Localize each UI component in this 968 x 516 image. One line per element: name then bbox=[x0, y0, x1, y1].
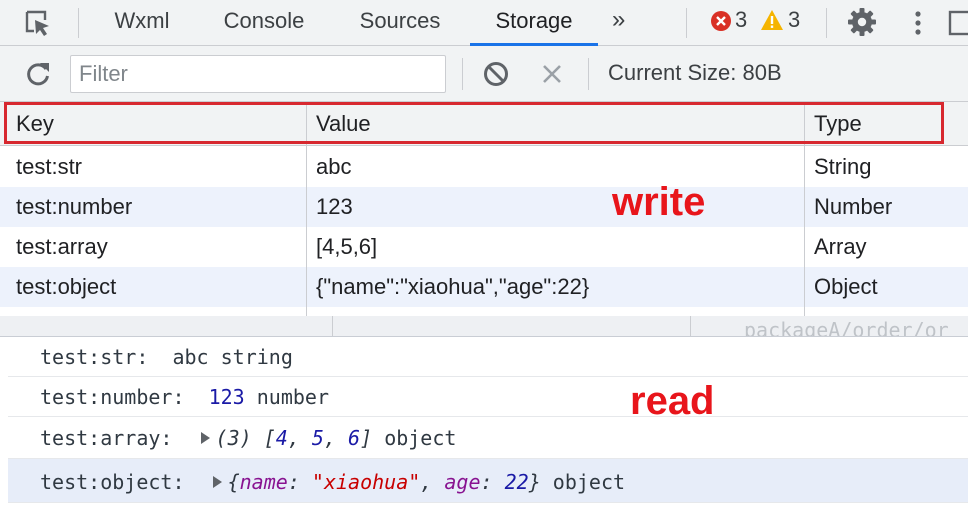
gear-icon[interactable] bbox=[846, 6, 878, 38]
error-icon[interactable] bbox=[710, 10, 732, 32]
warning-icon[interactable] bbox=[760, 9, 784, 31]
value-cell: [4,5,6] bbox=[316, 234, 378, 259]
table-row[interactable]: test:str abc String bbox=[0, 147, 968, 187]
kebab-menu-icon[interactable] bbox=[908, 8, 928, 38]
console-label: test:object: bbox=[40, 470, 185, 494]
tab-storage[interactable]: Storage bbox=[470, 0, 598, 46]
key-cell: test:number bbox=[16, 194, 133, 219]
console-message[interactable]: test:str: abc string bbox=[8, 337, 968, 377]
error-count[interactable]: 3 bbox=[735, 7, 747, 33]
console-value: abc bbox=[172, 345, 209, 369]
expand-arrow-icon[interactable] bbox=[200, 432, 210, 444]
column-header-type[interactable]: Type bbox=[804, 102, 968, 146]
write-annotation: write bbox=[612, 180, 706, 224]
console-type: object bbox=[552, 470, 626, 494]
divider bbox=[826, 8, 827, 38]
divider bbox=[588, 58, 589, 90]
filter-input[interactable] bbox=[70, 55, 446, 93]
inspect-element-icon[interactable] bbox=[22, 8, 52, 38]
warning-count[interactable]: 3 bbox=[788, 7, 800, 33]
column-header-value[interactable]: Value bbox=[306, 102, 804, 146]
object-preview[interactable]: {name: "xiaohua", age: 22} bbox=[228, 470, 541, 494]
type-cell: String bbox=[814, 154, 872, 179]
storage-table: Key Value Type test:str abc String test:… bbox=[0, 102, 968, 316]
tab-wxml[interactable]: Wxml bbox=[98, 0, 186, 46]
type-cell: Number bbox=[814, 194, 893, 219]
expand-arrow-icon[interactable] bbox=[212, 476, 222, 488]
divider bbox=[686, 8, 687, 38]
type-cell: Object bbox=[814, 274, 878, 299]
table-row[interactable]: test:number 123 Number bbox=[0, 187, 968, 227]
value-cell: abc bbox=[316, 154, 352, 179]
console-label: test:str: bbox=[40, 345, 149, 369]
array-preview[interactable]: (3) [4, 5, 6] bbox=[216, 426, 373, 450]
refresh-icon[interactable] bbox=[24, 60, 52, 88]
value-cell: 123 bbox=[316, 194, 353, 219]
table-header: Key Value Type bbox=[0, 102, 968, 146]
current-size-label: Current Size: 80B bbox=[608, 60, 782, 85]
storage-toolbar: Current Size: 80B bbox=[0, 46, 968, 102]
divider bbox=[462, 58, 463, 90]
divider bbox=[332, 316, 333, 336]
key-cell: test:object bbox=[16, 274, 117, 299]
console-type: object bbox=[384, 426, 457, 450]
table-row[interactable]: test:object {"name":"xiaohua","age":22} … bbox=[0, 267, 968, 307]
console-label: test:array: bbox=[40, 426, 173, 450]
column-divider[interactable] bbox=[804, 102, 805, 316]
column-divider[interactable] bbox=[306, 102, 307, 316]
divider bbox=[78, 8, 79, 38]
console-message[interactable]: test:number: 123 number bbox=[8, 377, 968, 417]
console-type: number bbox=[256, 385, 330, 409]
delete-selected-icon[interactable] bbox=[540, 62, 564, 86]
more-tabs-button[interactable]: » bbox=[612, 6, 625, 34]
table-row[interactable]: test:array [4,5,6] Array bbox=[0, 227, 968, 267]
dock-side-icon[interactable] bbox=[948, 8, 968, 38]
divider bbox=[690, 316, 691, 336]
tab-sources[interactable]: Sources bbox=[342, 0, 458, 46]
key-cell: test:str bbox=[16, 154, 83, 179]
console-type: string bbox=[220, 345, 293, 369]
tab-console[interactable]: Console bbox=[206, 0, 322, 46]
value-cell: {"name":"xiaohua","age":22} bbox=[316, 274, 590, 299]
clear-all-icon[interactable] bbox=[482, 60, 510, 88]
key-cell: test:array bbox=[16, 234, 108, 259]
read-annotation: read bbox=[630, 379, 715, 423]
console-value: 123 bbox=[208, 385, 245, 409]
console-message[interactable]: test:object: {name: "xiaohua", age: 22} … bbox=[8, 459, 968, 503]
type-cell: Array bbox=[814, 234, 867, 259]
console-label: test:number: bbox=[40, 385, 185, 409]
devtools-tab-bar: Wxml Console Sources Storage » 3 3 bbox=[0, 0, 968, 46]
console-message[interactable]: test:array: (3) [4, 5, 6] object bbox=[8, 417, 968, 459]
column-header-key[interactable]: Key bbox=[6, 102, 306, 146]
console-panel: test:str: abc string test:number: 123 nu… bbox=[0, 336, 968, 516]
